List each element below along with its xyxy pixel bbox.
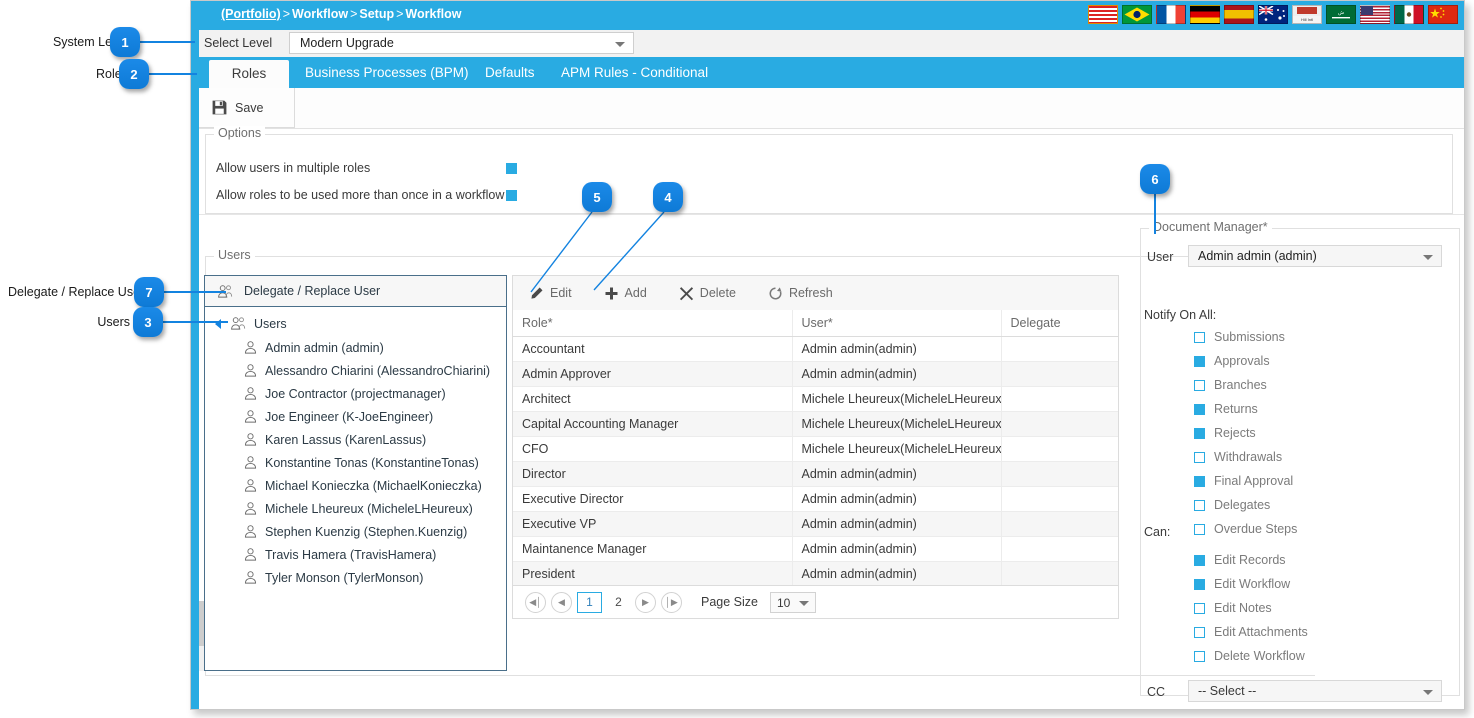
callout-connector-lines-4-5 — [530, 211, 665, 293]
callout-badge-6: 6 — [1140, 164, 1170, 194]
callout-badge-4: 4 — [653, 182, 683, 212]
callout-badge-3: 3 — [133, 307, 163, 337]
callout-badge-5: 5 — [582, 182, 612, 212]
callout-badge-2: 2 — [119, 59, 149, 89]
callout-badge-1: 1 — [110, 27, 140, 57]
callout-connector-6 — [1154, 194, 1156, 234]
callout-badge-7: 7 — [134, 277, 164, 307]
